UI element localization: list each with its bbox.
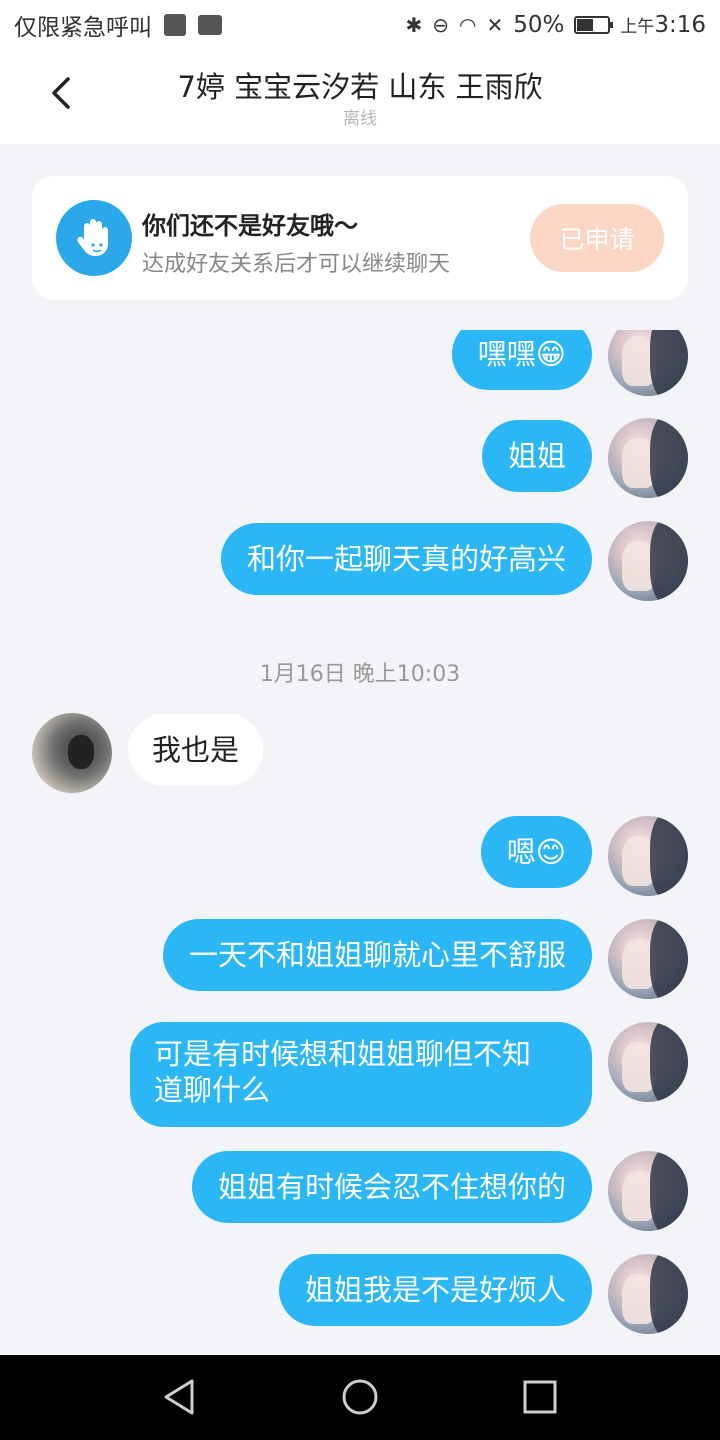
- image-icon: [198, 15, 222, 35]
- recents-square-icon[interactable]: [520, 1377, 560, 1417]
- chat-header: 7婷 宝宝云汐若 山东 王雨欣 离线: [0, 50, 720, 144]
- battery-icon: [574, 16, 614, 34]
- message-bubble[interactable]: 姐姐我是不是好烦人: [278, 1254, 592, 1326]
- message-bubble[interactable]: 嘿嘿😁: [451, 330, 592, 390]
- no-signal-icon: ✕: [486, 13, 504, 37]
- message-list[interactable]: 嘿嘿😁 姐姐 和你一起聊天真的好高兴 1月16日 晚上10:03 我也是 嗯😊 …: [0, 330, 720, 1355]
- hand-wave-icon: [56, 200, 132, 276]
- message-bubble[interactable]: 嗯😊: [480, 816, 592, 888]
- wifi-icon: ◠: [459, 13, 477, 37]
- notification-icon: [164, 14, 186, 36]
- my-avatar[interactable]: [608, 330, 688, 396]
- my-avatar[interactable]: [608, 521, 688, 601]
- emergency-call-text: 仅限紧急呼叫: [14, 15, 152, 41]
- my-avatar[interactable]: [608, 1022, 688, 1102]
- bluetooth-icon: ✱: [405, 13, 423, 37]
- message-bubble[interactable]: 和你一起聊天真的好高兴: [220, 523, 592, 595]
- home-circle-icon[interactable]: [340, 1377, 380, 1417]
- battery-percent: 50%: [513, 12, 565, 38]
- my-avatar[interactable]: [608, 919, 688, 999]
- my-avatar[interactable]: [608, 1151, 688, 1231]
- contact-name: 7婷 宝宝云汐若 山东 王雨欣: [177, 70, 543, 104]
- online-status: 离线: [343, 109, 377, 129]
- my-avatar[interactable]: [608, 1254, 688, 1334]
- status-bar: 仅限紧急呼叫 ✱ ⊖ ◠ ✕ 50% 上午3:16: [0, 0, 720, 50]
- do-not-disturb-icon: ⊖: [432, 13, 449, 37]
- my-avatar[interactable]: [608, 418, 688, 498]
- applied-button[interactable]: 已申请: [530, 204, 664, 272]
- message-line: 可是有时候想和姐姐聊但不知: [154, 1037, 532, 1071]
- message-bubble[interactable]: 姐姐: [481, 420, 592, 492]
- my-avatar[interactable]: [608, 816, 688, 896]
- message-bubble[interactable]: 我也是: [128, 714, 264, 786]
- back-triangle-icon[interactable]: [160, 1377, 200, 1417]
- friend-notice-subtitle: 达成好友关系后才可以继续聊天: [142, 252, 451, 277]
- friend-notice-card: 你们还不是好友哦～ 达成好友关系后才可以继续聊天 已申请: [32, 176, 688, 300]
- system-nav-bar: [0, 1355, 720, 1440]
- message-bubble[interactable]: 姐姐有时候会忍不住想你的: [191, 1151, 592, 1223]
- clock: 3:16: [654, 12, 706, 38]
- message-bubble[interactable]: 可是有时候想和姐姐聊但不知 道聊什么: [130, 1022, 592, 1127]
- time-period: 上午: [620, 17, 655, 37]
- message-line: 道聊什么: [154, 1073, 271, 1107]
- message-bubble[interactable]: 一天不和姐姐聊就心里不舒服: [162, 919, 592, 991]
- friend-notice-title: 你们还不是好友哦～: [142, 212, 358, 240]
- contact-avatar[interactable]: [32, 713, 112, 793]
- message-timestamp: 1月16日 晚上10:03: [259, 662, 461, 687]
